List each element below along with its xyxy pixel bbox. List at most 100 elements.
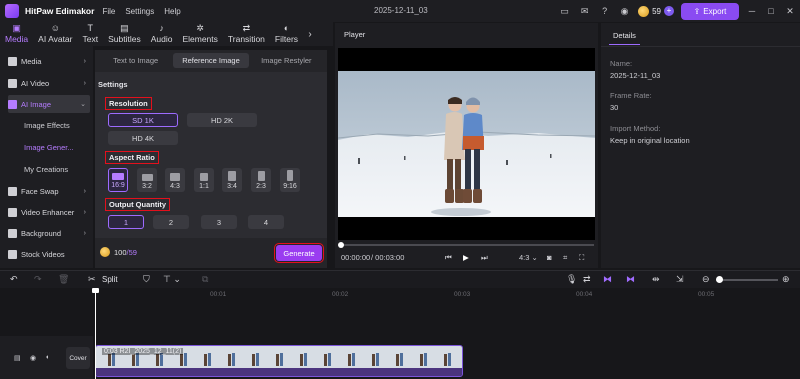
aspect-shape-icon [228,171,236,181]
track-visibility-icon[interactable]: ◉ [30,354,36,362]
crop-icon[interactable]: ⌗ [563,253,567,263]
scrubber-knob[interactable] [338,242,344,248]
next-frame-icon[interactable]: ⏭ [481,253,488,263]
quantity-3[interactable]: 3 [201,215,237,229]
video-preview[interactable] [338,48,595,240]
track-mute-icon[interactable]: ◖ [45,354,49,361]
tool-label: Subtitles [108,34,141,44]
aspect-3-2[interactable]: 3:2 [137,168,157,192]
minimize-icon[interactable]: ─ [746,6,758,16]
help-icon[interactable]: ? [598,5,611,18]
timeline-ruler[interactable]: 00:01 00:02 00:03 00:04 00:05 [93,288,800,302]
ai-image-panel: Text to Image Reference Image Image Rest… [95,50,327,268]
cover-button[interactable]: Cover [66,347,90,369]
sidebar-sub-image-generator[interactable]: Image Gener... [24,143,74,152]
shield-icon[interactable]: ⛉ [143,274,150,285]
credits-badge[interactable]: 59 + [638,5,674,17]
scissors-icon[interactable]: ✂ [88,274,96,285]
quantity-2[interactable]: 2 [153,215,189,229]
tool-tabs: ▣ Media ☺ AI Avatar T Text ▤ Subtitles ♪… [0,22,333,46]
resolution-hd-4k[interactable]: HD 4K [108,131,178,145]
sidebar-item-face-swap[interactable]: Face Swap › [8,182,90,200]
close-icon[interactable]: ✕ [784,6,796,17]
maximize-icon[interactable]: □ [765,6,777,16]
delete-icon[interactable]: 🗑 [58,274,69,285]
tick-label: 00:03 [454,291,471,298]
aspect-label: 9:16 [283,183,297,190]
timeline-scrubber[interactable] [340,244,594,246]
face-swap-icon [8,186,17,196]
playhead-handle[interactable] [92,288,99,293]
sidebar-item-ai-image[interactable]: AI Image ⌄ [8,95,90,113]
aspect-16-9[interactable]: 16:9 [108,168,128,192]
tool-filters[interactable]: ◐ Filters [270,22,303,46]
generate-button[interactable]: Generate [274,243,324,263]
fullscreen-icon[interactable]: ⛶ [579,253,584,263]
subtitles-icon: ▤ [120,23,129,33]
sidebar-item-media[interactable]: Media › [8,52,90,70]
tab-reference-image[interactable]: Reference Image [173,53,249,68]
zoom-in-icon[interactable]: ⊕ [782,274,790,285]
menu-help[interactable]: Help [164,7,180,16]
sidebar-item-label: Face Swap [21,186,59,196]
split-button[interactable]: Split [102,275,118,284]
aspect-4-3[interactable]: 4:3 [165,168,185,192]
playhead[interactable] [95,288,96,379]
snap-icon[interactable]: ⧓ [626,274,635,285]
aspect-2-3[interactable]: 2:3 [251,168,271,192]
tool-transition[interactable]: ⇄ Transition [223,22,270,46]
tool-audio[interactable]: ♪ Audio [146,22,178,46]
prev-frame-icon[interactable]: ⏮ [445,253,452,263]
undo-icon[interactable]: ↶ [10,274,18,285]
tab-details[interactable]: Details [609,28,640,45]
tool-ai-avatar[interactable]: ☺ AI Avatar [33,22,77,46]
play-icon[interactable]: ▶ [463,253,469,262]
tab-text-to-image[interactable]: Text to Image [98,53,173,68]
zoom-out-icon[interactable]: ⊖ [702,274,710,285]
ratio-value: 4:3 [519,253,530,262]
resolution-sd-1k[interactable]: SD 1K [108,113,178,127]
zoom-slider-knob[interactable] [716,276,723,283]
sidebar-item-video-enhancer[interactable]: Video Enhancer › [8,203,90,221]
track-link-icon[interactable]: ⇹ [652,274,660,285]
menu-settings[interactable]: Settings [125,7,154,16]
sidebar-item-ai-video[interactable]: AI Video › [8,74,90,92]
tab-image-restyler[interactable]: Image Restyler [249,53,324,68]
link-icon[interactable]: ⇄ [583,274,591,285]
tool-elements[interactable]: ✲ Elements [177,22,222,46]
magnet-icon[interactable]: ⧓ [603,274,612,285]
menu-file[interactable]: File [102,7,115,16]
redo-icon[interactable]: ↷ [34,274,42,285]
zoom-slider[interactable] [716,279,778,281]
screen-record-icon[interactable]: ▭ [558,5,571,18]
envelope-icon[interactable]: ✉ [578,5,591,18]
tool-subtitles[interactable]: ▤ Subtitles [103,22,146,46]
resolution-hd-2k[interactable]: HD 2K [187,113,257,127]
export-button[interactable]: ⇪ Export [681,2,739,20]
aspect-1-1[interactable]: 1:1 [194,168,214,192]
tool-media[interactable]: ▣ Media [0,22,33,46]
camera-snapshot-icon[interactable]: ◙ [547,253,552,262]
add-credits-icon[interactable]: + [664,6,674,16]
tool-text[interactable]: T Text [78,22,104,46]
folder-icon [8,56,17,66]
aspect-9-16[interactable]: 9:16 [280,168,300,192]
sidebar-sub-image-effects[interactable]: Image Effects [24,121,70,130]
video-clip[interactable]: 0:03 R2I_2025_12_11(2) [95,345,463,377]
sidebar-sub-my-creations[interactable]: My Creations [24,165,68,174]
elements-icon: ✲ [196,23,204,33]
track-lock-icon[interactable]: ▤ [14,354,21,362]
sidebar-item-stock-videos[interactable]: Stock Videos [8,245,90,263]
tools-scroll-right-icon[interactable]: › [303,22,317,46]
fit-icon[interactable]: ⇲ [676,274,684,285]
sidebar-item-background[interactable]: Background › [8,224,90,242]
aspect-3-4[interactable]: 3:4 [222,168,242,192]
ratio-select[interactable]: 4:3 ⌄ [519,253,538,262]
quantity-4[interactable]: 4 [248,215,284,229]
microphone-icon[interactable]: 🎙 [566,274,577,285]
text-template-icon[interactable]: ⊤ ⌄ [163,274,181,285]
aspect-shape-icon [112,173,124,180]
copy-icon[interactable]: ⧉ [202,274,208,285]
account-icon[interactable]: ◉ [618,5,631,18]
quantity-1[interactable]: 1 [108,215,144,229]
